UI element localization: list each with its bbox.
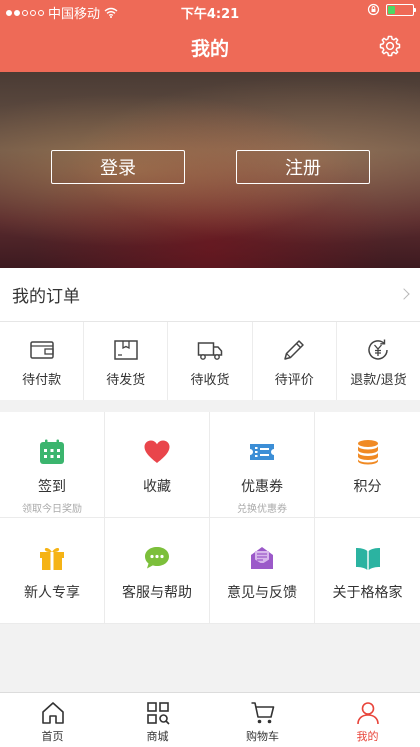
home-icon bbox=[41, 702, 64, 724]
chevron-right-icon bbox=[398, 288, 410, 300]
coupon-icon bbox=[250, 444, 274, 460]
user-icon bbox=[356, 702, 379, 725]
top-bar: 中国移动 下午4:21 我的 bbox=[0, 0, 420, 72]
order-item-label: 待发货 bbox=[106, 373, 146, 388]
feature-label: 意见与反馈 bbox=[227, 585, 297, 601]
order-pending-receipt[interactable]: 待收货 bbox=[168, 322, 253, 400]
cart-icon bbox=[251, 702, 274, 724]
support-cell[interactable]: 客服与帮助 bbox=[105, 518, 210, 624]
feature-label: 新人专享 bbox=[24, 585, 80, 601]
gear-icon[interactable] bbox=[378, 34, 402, 58]
status-bar: 中国移动 下午4:21 bbox=[0, 0, 420, 22]
tab-label: 商城 bbox=[146, 730, 169, 743]
favorites-cell[interactable]: 收藏 bbox=[105, 412, 210, 518]
tab-home[interactable]: 首页 bbox=[0, 693, 105, 747]
coins-icon bbox=[357, 440, 378, 465]
tab-label: 我的 bbox=[356, 730, 379, 743]
my-orders-row[interactable]: 我的订单 bbox=[0, 268, 420, 322]
chat-icon bbox=[145, 547, 169, 569]
coupons-cell[interactable]: 优惠券 兑换优惠券 bbox=[210, 412, 315, 518]
orientation-lock-icon bbox=[367, 3, 380, 16]
refund-icon bbox=[368, 339, 389, 360]
points-cell[interactable]: 积分 bbox=[315, 412, 420, 518]
newcomer-cell[interactable]: 新人专享 bbox=[0, 518, 105, 624]
order-item-label: 待评价 bbox=[274, 373, 314, 388]
order-status-row: 待付款 待发货 待收货 待评价 退款/退货 bbox=[0, 322, 420, 400]
pencil-icon bbox=[284, 340, 304, 360]
order-item-label: 退款/退货 bbox=[350, 373, 407, 388]
tab-me[interactable]: 我的 bbox=[315, 693, 420, 747]
status-time: 下午4:21 bbox=[180, 7, 240, 22]
tab-cart[interactable]: 购物车 bbox=[210, 693, 315, 747]
heart-icon bbox=[144, 440, 170, 463]
gift-icon bbox=[40, 547, 64, 570]
status-right bbox=[367, 3, 416, 16]
tab-mall[interactable]: 商城 bbox=[105, 693, 210, 747]
bottom-tab-bar: 首页 商城 购物车 我的 bbox=[0, 692, 420, 747]
package-icon bbox=[114, 340, 138, 360]
wallet-icon bbox=[29, 341, 54, 359]
feature-label: 签到 bbox=[38, 479, 66, 495]
truck-icon bbox=[197, 342, 223, 360]
feature-label: 积分 bbox=[353, 479, 382, 495]
my-orders-title: 我的订单 bbox=[12, 287, 80, 307]
login-button[interactable]: 登录 bbox=[51, 150, 185, 184]
order-item-label: 待付款 bbox=[22, 373, 62, 388]
feedback-cell[interactable]: 意见与反馈 bbox=[210, 518, 315, 624]
battery-icon bbox=[386, 3, 416, 16]
order-pending-payment[interactable]: 待付款 bbox=[0, 322, 85, 400]
order-pending-shipment[interactable]: 待发货 bbox=[84, 322, 169, 400]
feature-grid: 签到 领取今日奖励 收藏 优惠券 兑换优惠券 积分 新人专享 客服与帮助 意见与… bbox=[0, 412, 420, 624]
feature-label: 优惠券 bbox=[241, 479, 283, 495]
feature-sublabel: 领取今日奖励 bbox=[22, 504, 82, 515]
order-refund[interactable]: 退款/退货 bbox=[337, 322, 420, 400]
feature-label: 关于格格家 bbox=[332, 585, 403, 601]
feature-label: 收藏 bbox=[143, 479, 171, 495]
order-item-label: 待收货 bbox=[190, 373, 230, 388]
tab-label: 购物车 bbox=[246, 730, 279, 743]
calendar-icon bbox=[40, 439, 64, 464]
tab-label: 首页 bbox=[41, 730, 64, 743]
mall-grid-icon bbox=[146, 702, 170, 725]
page-title: 我的 bbox=[190, 38, 229, 60]
checkin-cell[interactable]: 签到 领取今日奖励 bbox=[0, 412, 105, 518]
feature-label: 客服与帮助 bbox=[122, 585, 192, 601]
about-cell[interactable]: 关于格格家 bbox=[315, 518, 420, 624]
register-button[interactable]: 注册 bbox=[236, 150, 370, 184]
book-icon bbox=[355, 548, 380, 570]
feedback-mail-icon bbox=[251, 547, 273, 569]
profile-banner: 登录 注册 bbox=[0, 72, 420, 268]
feature-sublabel: 兑换优惠券 bbox=[237, 504, 287, 515]
order-pending-review[interactable]: 待评价 bbox=[253, 322, 337, 400]
